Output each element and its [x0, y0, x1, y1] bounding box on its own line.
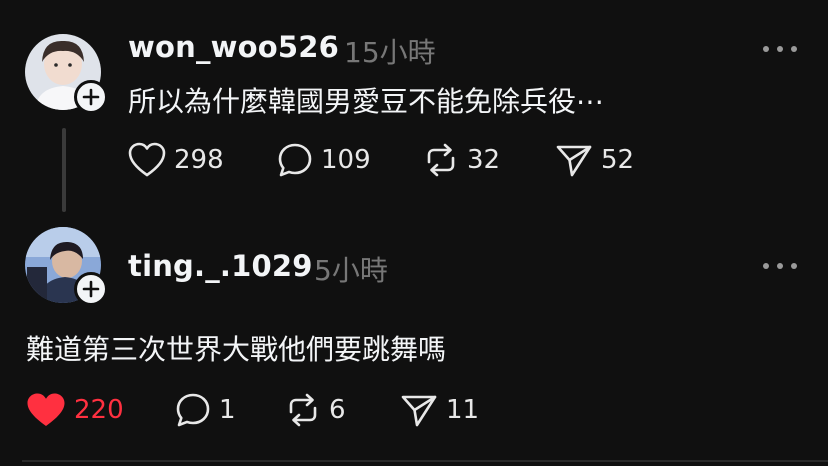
- post-content: 難道第三次世界大戰他們要跳舞嗎: [26, 333, 447, 366]
- speech-bubble-icon: [176, 393, 210, 427]
- heart-icon: [27, 393, 65, 426]
- more-button[interactable]: [763, 261, 797, 271]
- plus-icon: [82, 280, 100, 298]
- repost-button[interactable]: 6: [285, 392, 346, 428]
- repost-count: 6: [329, 395, 346, 425]
- username[interactable]: ting._.1029: [128, 249, 313, 283]
- more-dots-icon: [763, 263, 769, 269]
- follow-button[interactable]: [74, 272, 108, 306]
- reply-button[interactable]: 1: [175, 392, 236, 428]
- reply-count: 1: [219, 395, 236, 425]
- like-button[interactable]: 220: [26, 392, 124, 428]
- paper-plane-icon: [401, 395, 437, 427]
- share-count: 11: [446, 395, 480, 425]
- post-2: ting._.1029 5小時 難道第三次世界大戰他們要跳舞嗎 220 1 6 …: [0, 0, 828, 466]
- divider: [22, 460, 828, 462]
- like-count: 220: [74, 395, 124, 425]
- post-time: 5小時: [314, 254, 388, 287]
- share-button[interactable]: 11: [400, 392, 479, 428]
- repost-arrows-icon: [289, 393, 317, 427]
